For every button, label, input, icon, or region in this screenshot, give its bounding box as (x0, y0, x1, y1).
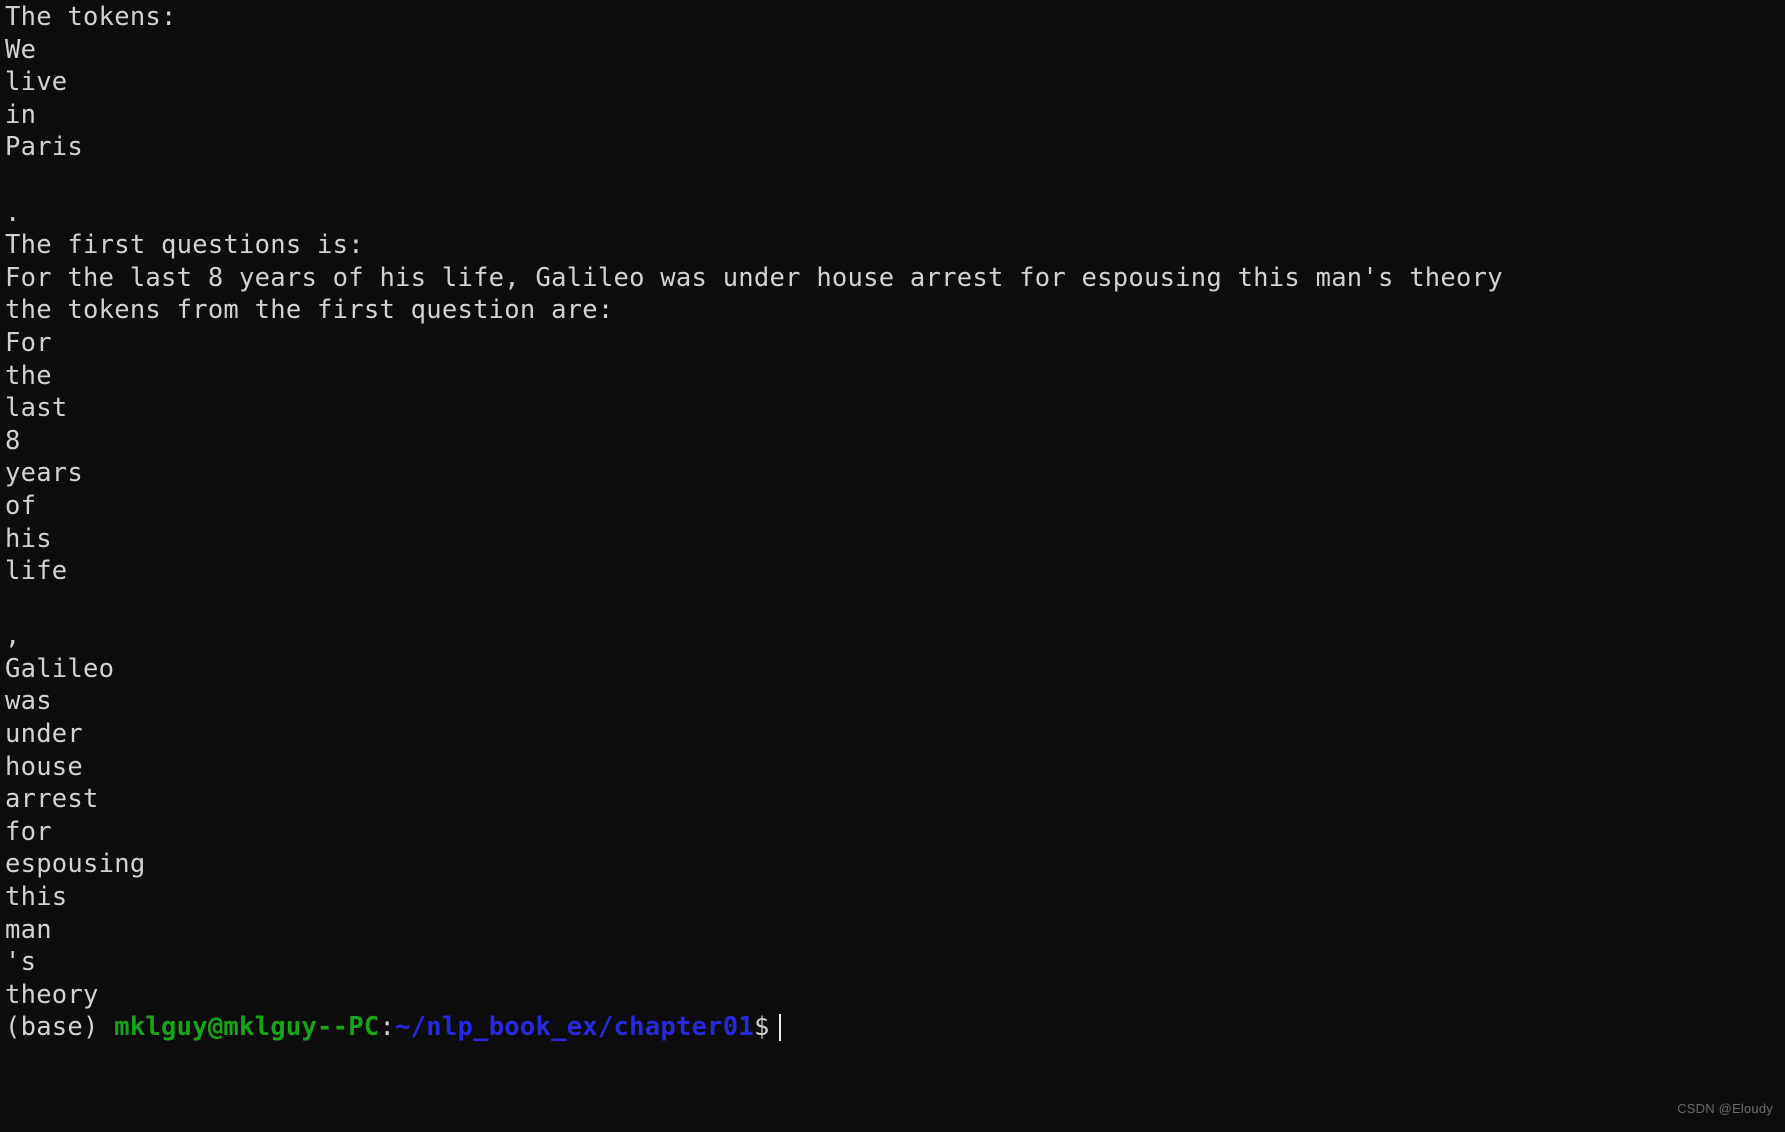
output-blank-line (5, 588, 1785, 621)
output-line: years (5, 458, 84, 489)
output-line: life (5, 556, 68, 587)
output-line: this (5, 882, 68, 913)
output-line: Paris (5, 132, 84, 163)
output-line: Galileo (5, 653, 115, 684)
output-line: We (5, 34, 37, 65)
output-line: man (5, 914, 52, 945)
output-line: , (5, 621, 21, 652)
output-line: arrest (5, 784, 99, 815)
output-line: for (5, 816, 52, 847)
shell-prompt-line[interactable]: (base) mklguy@mklguy--PC: ~/nlp_book_ex/c… (5, 1011, 1785, 1044)
working-directory-path: ~/nlp_book_ex/chapter01 (395, 1012, 754, 1043)
text-cursor (778, 1014, 781, 1042)
prompt-colon: : (379, 1012, 396, 1043)
output-line: espousing (5, 849, 146, 880)
output-line: house (5, 751, 84, 782)
terminal-window[interactable]: The tokens: We live in Paris . The first ques… (0, 0, 1785, 1132)
output-line: the tokens from the first question are: (5, 295, 614, 326)
user-host-label: mklguy@mklguy--PC (114, 1012, 380, 1043)
output-line: . (5, 197, 21, 228)
output-line: under (5, 719, 84, 750)
output-line: his (5, 523, 52, 554)
output-blank-line (5, 164, 1785, 197)
output-line: theory (5, 979, 99, 1010)
output-line: the (5, 360, 52, 391)
output-line: For (5, 327, 52, 358)
output-line: last (5, 393, 68, 424)
output-line: in (5, 99, 37, 130)
terminal-output: The tokens: We live in Paris . The first ques… (5, 1, 1785, 1011)
output-line: The first questions is: (5, 230, 364, 261)
output-line: live (5, 67, 68, 98)
output-line: 8 (5, 425, 21, 456)
output-line: of (5, 490, 37, 521)
output-line: was (5, 686, 52, 717)
prompt-dollar-symbol: $ (753, 1012, 770, 1043)
output-line: 's (5, 947, 37, 978)
conda-env-label: (base) (5, 1012, 115, 1043)
watermark-label: CSDN @Eloudy (1677, 1101, 1773, 1117)
output-line: The tokens: (5, 2, 177, 32)
output-line: For the last 8 years of his life, Galile… (5, 262, 1503, 293)
